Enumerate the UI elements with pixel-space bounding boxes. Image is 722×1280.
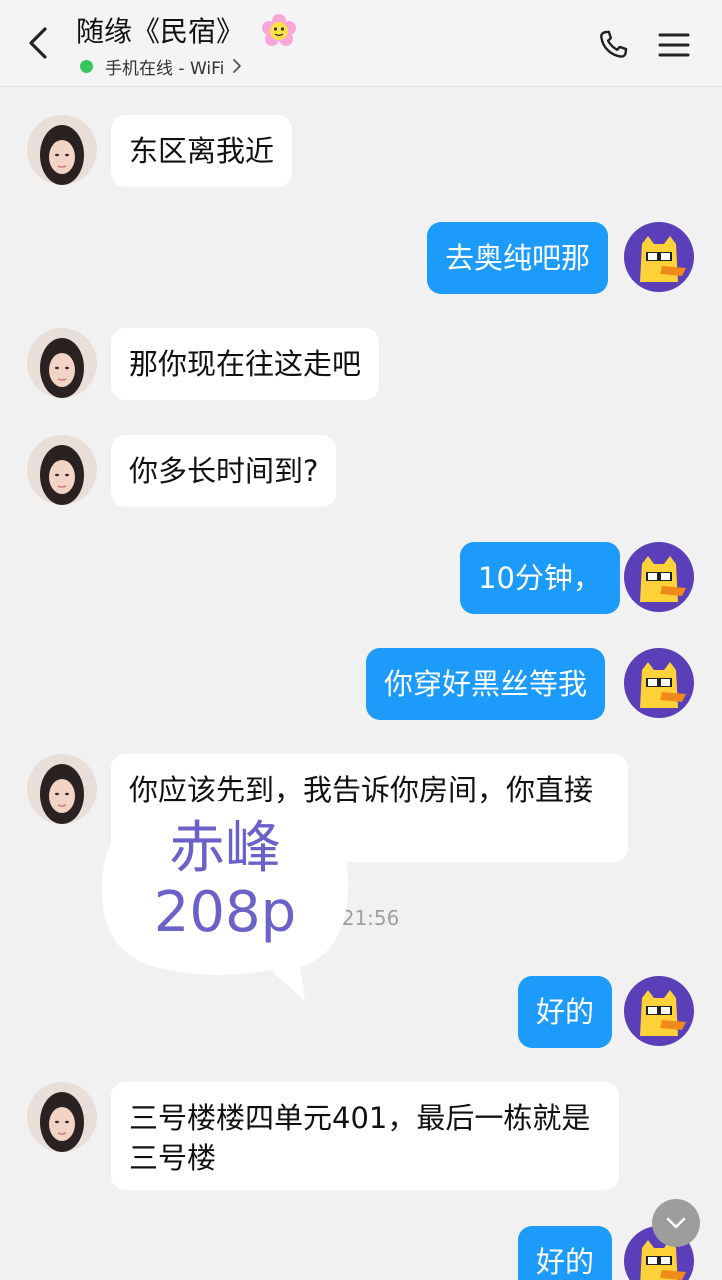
phone-icon	[600, 30, 628, 58]
user-avatar[interactable]	[624, 222, 694, 292]
contact-avatar[interactable]	[27, 115, 97, 185]
user-avatar[interactable]	[624, 648, 694, 718]
online-status-text: 手机在线 - WiFi	[105, 58, 225, 79]
chat-title-area[interactable]: 随缘《民宿》 手机在线 - WiFi	[76, 10, 496, 79]
message-text: 好的	[536, 1245, 595, 1279]
contact-avatar[interactable]	[27, 1082, 97, 1152]
message-text: 10分钟，	[478, 561, 602, 595]
back-chevron-icon	[29, 27, 47, 59]
menu-button[interactable]	[652, 24, 696, 66]
message-text: 东区离我近	[129, 134, 275, 168]
message-text: 好的	[536, 995, 595, 1029]
contact-avatar[interactable]	[27, 754, 97, 824]
back-button[interactable]	[16, 18, 60, 68]
watermark-sticker: 赤峰 208p	[100, 795, 350, 1005]
watermark-line-2: 208p	[153, 880, 297, 945]
contact-avatar[interactable]	[27, 328, 97, 398]
received-message-bubble[interactable]: 三号楼楼四单元401，最后一栋就是三号楼	[111, 1082, 619, 1190]
chevron-right-icon	[233, 59, 242, 73]
message-text: 三号楼楼四单元401，最后一栋就是三号楼	[129, 1101, 591, 1175]
received-message-bubble[interactable]: 那你现在往这走吧	[111, 328, 380, 400]
user-avatar[interactable]	[624, 542, 694, 612]
sent-message-bubble[interactable]: 去奥纯吧那	[427, 222, 609, 294]
user-avatar[interactable]	[624, 976, 694, 1046]
call-button[interactable]	[592, 24, 634, 66]
message-text: 那你现在往这走吧	[129, 347, 362, 381]
chevron-down-icon	[666, 1217, 686, 1229]
message-text: 你穿好黑丝等我	[384, 667, 588, 701]
sent-message-bubble[interactable]: 10分钟，	[460, 542, 620, 614]
chat-header: 随缘《民宿》 手机在线 - WiFi	[0, 0, 722, 87]
received-message-bubble[interactable]: 你多长时间到?	[111, 435, 337, 507]
sent-message-bubble[interactable]: 好的	[518, 976, 613, 1048]
watermark-line-1: 赤峰	[169, 816, 281, 881]
sent-message-bubble[interactable]: 好的	[518, 1226, 613, 1280]
flower-emoji-icon	[262, 14, 297, 46]
sent-message-bubble[interactable]: 你穿好黑丝等我	[366, 648, 606, 720]
message-text: 去奥纯吧那	[445, 241, 591, 275]
received-message-bubble[interactable]: 东区离我近	[111, 115, 293, 187]
menu-icon	[658, 33, 690, 57]
chat-title: 随缘《民宿》	[76, 15, 245, 48]
chat-screen: 随缘《民宿》 手机在线 - WiFi 东区离我近 去奥纯吧那 那你现在往这走吧 …	[0, 0, 722, 1280]
contact-avatar[interactable]	[27, 435, 97, 505]
scroll-to-bottom-button[interactable]	[652, 1199, 700, 1247]
message-text: 你多长时间到?	[129, 454, 319, 488]
online-status-dot	[80, 59, 93, 73]
